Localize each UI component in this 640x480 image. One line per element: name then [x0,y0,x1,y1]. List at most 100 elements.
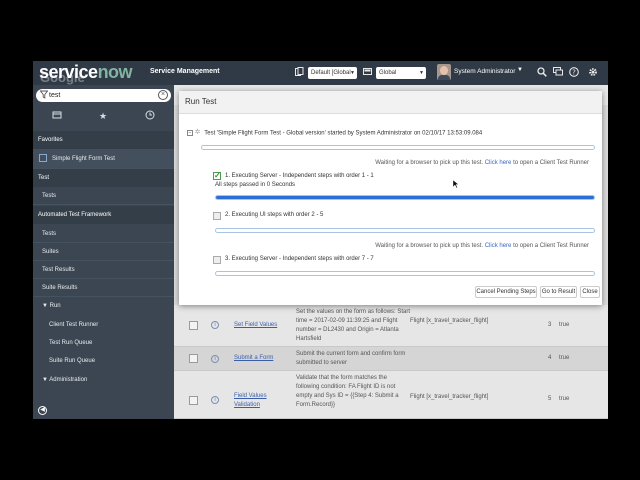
update-set-icon[interactable] [295,67,304,77]
click-here-link[interactable]: Click here [485,243,512,249]
dialog-header: Run Test [179,91,602,114]
step-1-label: 1. Executing Server - Independent steps … [225,173,374,179]
step-3-check-icon [213,256,221,264]
step-3-progress-bar [215,271,595,276]
sidebar-section-test[interactable]: Test [33,169,174,187]
search-icon[interactable] [537,67,547,77]
collapse-icon[interactable]: − [187,130,193,136]
chevron-down-icon[interactable]: ▼ [517,67,523,73]
test-progress-bar [201,145,595,150]
step-2-label: 2. Executing UI steps with order 2 - 5 [225,212,324,218]
sidebar-item-suite-results[interactable]: Suite Results [33,279,174,297]
history-icon[interactable] [144,110,156,122]
navigator-filter[interactable]: × [36,89,171,102]
navigator-sidebar: × ★ Favorites Simple Flight Form Test Te… [33,85,174,419]
top-header: Google servicenow Service Management Def… [33,61,608,85]
close-icon[interactable]: × [158,90,168,100]
info-icon[interactable]: i [211,321,219,329]
close-button[interactable]: Close [580,286,600,298]
sidebar-item-client-test-runner[interactable]: Client Test Runner [33,316,174,334]
step-order: 5 [548,396,552,402]
step-table: Flight [x_travel_tracker_flight] [410,394,489,400]
sidebar-section-favorites[interactable]: Favorites [33,131,174,149]
test-status-text: Test 'Simple Flight Form Test - Global v… [204,130,483,137]
waiting-message: Waiting for a browser to pick up this te… [179,160,595,166]
info-icon[interactable]: i [211,396,219,404]
collapse-sidebar-icon[interactable]: ◀ [38,406,47,415]
sidebar-item-atf-tests[interactable]: Tests [33,225,174,243]
chevron-down-icon: ▼ [350,70,355,76]
sidebar-item-test-run-queue[interactable]: Test Run Queue [33,334,174,352]
filter-icon [39,90,49,101]
step-link[interactable]: Set Field Values [234,322,277,328]
sidebar-item-run[interactable]: ▼ Run [33,297,174,315]
step-active: true [559,322,570,328]
step-1-check-icon: ✓ [213,171,221,180]
step-order: 3 [548,322,552,328]
spinner-icon: ✲ [194,129,201,136]
open-runner-text: to open a Client Test Runner [513,160,589,166]
gear-icon[interactable] [588,67,598,77]
dialog-title: Run Test [185,97,217,106]
row-checkbox[interactable] [189,396,198,405]
step-table: Flight [x_travel_tracker_flight] [410,318,489,324]
sidebar-item-suites[interactable]: Suites [33,243,174,261]
navigator-tabs: ★ [33,106,174,126]
cancel-pending-steps-button[interactable]: Cancel Pending Steps [475,286,537,298]
waiting-text: Waiting for a browser to pick up this te… [375,160,484,166]
sidebar-section-atf[interactable]: Automated Test Framework [33,206,174,224]
update-set-value: Default [Global [311,70,351,76]
servicenow-logo[interactable]: servicenow [39,62,133,83]
open-runner-text: to open a Client Test Runner [513,243,589,249]
step-description: Set the values on the form as follows: S… [296,309,411,342]
waiting-text: Waiting for a browser to pick up this te… [375,243,484,249]
sidebar-item-tests[interactable]: Tests [33,187,174,205]
filter-input[interactable] [49,90,154,101]
sidebar-item-label: Simple Flight Form Test [52,156,115,162]
sidebar-item-suite-run-queue[interactable]: Suite Run Queue [33,352,174,370]
step-1-progress-bar [215,195,595,200]
step-description: Submit the current form and confirm form… [296,351,406,366]
sidebar-item-simple-flight-form-test[interactable]: Simple Flight Form Test [33,149,174,169]
mouse-cursor-icon [453,180,459,188]
update-set-select[interactable]: Default [Global ▼ [308,67,357,79]
logo-now: now [97,62,133,82]
star-icon[interactable]: ★ [97,110,109,122]
row-checkbox[interactable] [189,354,198,363]
table-row[interactable]: i Field Values Validation Validate that … [174,371,608,419]
scope-value: Global [379,70,397,76]
step-active: true [559,355,570,361]
click-here-link[interactable]: Click here [485,160,512,166]
table-row[interactable]: i Submit a Form Submit the current form … [174,347,608,371]
step-2-progress-bar [215,228,595,233]
help-icon[interactable]: ? [569,67,579,77]
table-row[interactable]: i Set Field Values Set the values on the… [174,305,608,347]
list-icon [39,154,47,162]
step-1-result: All steps passed in 0 Seconds [215,182,296,188]
avatar[interactable] [437,64,451,80]
svg-text:?: ? [572,69,576,77]
go-to-result-button[interactable]: Go to Result [540,286,577,298]
run-test-dialog: Run Test − ✲ Test 'Simple Flight Form Te… [179,91,602,305]
test-status-line: − ✲ Test 'Simple Flight Form Test - Glob… [187,128,597,138]
sidebar-item-test-results[interactable]: Test Results [33,261,174,279]
step-2-check-icon [213,212,221,220]
step-active: true [559,396,570,402]
step-3-label: 3. Executing Server - Independent steps … [225,256,374,262]
step-order: 4 [548,355,552,361]
chat-icon[interactable] [553,67,563,77]
sidebar-item-administration[interactable]: ▼ Administration [33,371,174,389]
user-name[interactable]: System Administrator [454,68,515,75]
step-link[interactable]: Submit a Form [234,355,273,361]
step-description: Validate that the form matches the follo… [296,375,399,408]
application-scope-select[interactable]: Global ▼ [376,67,426,79]
chevron-down-icon: ▼ [419,70,424,76]
application-scope-icon[interactable] [363,67,372,77]
all-apps-icon[interactable] [51,110,63,122]
step-link[interactable]: Field Values Validation [234,392,290,410]
row-checkbox[interactable] [189,321,198,330]
progress-fill [216,196,594,199]
info-icon[interactable]: i [211,355,219,363]
waiting-message: Waiting for a browser to pick up this te… [179,243,595,249]
logo-service: service [39,62,98,82]
